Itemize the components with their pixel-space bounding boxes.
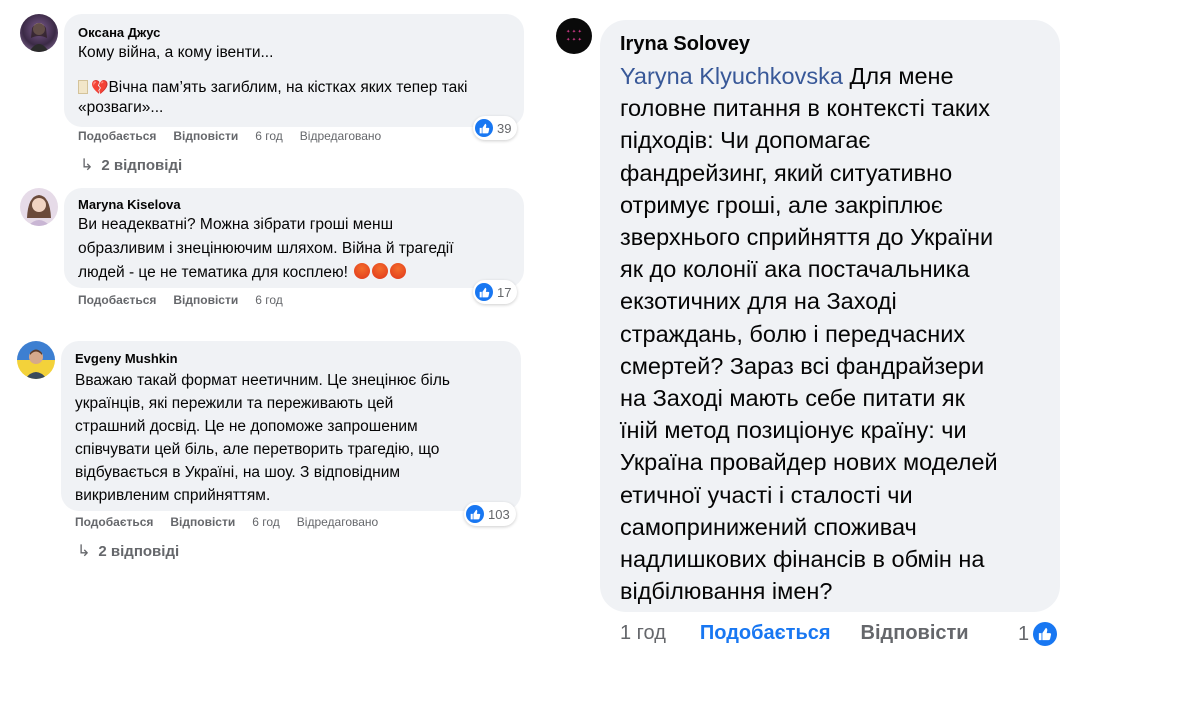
comment-text-line: зверхнього сприйняття до України: [620, 224, 994, 251]
comment-text-line: як до колонії ака постачальника: [620, 256, 970, 283]
comment-text-line: Ви неадекватні? Можна зібрати гроші менш: [78, 216, 394, 233]
view-replies-link[interactable]: ↳ 2 відповіді: [77, 541, 179, 561]
comment-text-line: отримує гроші, але закріплює: [620, 191, 943, 218]
comment-text-line: Вважаю такай формат неетичним. Це знецін…: [75, 372, 450, 389]
like-icon: [466, 505, 484, 523]
comment-author[interactable]: Maryna Kiselova: [78, 197, 181, 212]
comment-text-line: відбувається в Україні, на шоу. З відпов…: [75, 464, 401, 481]
comment-actions: Подобається Відповісти 6 год: [78, 293, 300, 307]
reply-button[interactable]: Відповісти: [170, 515, 235, 529]
reaction-number: 103: [488, 506, 510, 522]
like-button[interactable]: Подобається: [75, 515, 153, 529]
reaction-count[interactable]: 1: [1018, 622, 1058, 646]
avatar[interactable]: [20, 14, 58, 52]
like-icon: [475, 119, 493, 137]
comment-author[interactable]: Evgeny Mushkin: [75, 351, 178, 366]
reaction-count[interactable]: 103: [464, 502, 516, 526]
like-button[interactable]: Подобається: [78, 129, 156, 143]
edited-label: Відредаговано: [296, 515, 379, 529]
reply-button[interactable]: Відповісти: [173, 293, 238, 307]
mention-link[interactable]: Yaryna Klyuchkovska: [620, 63, 843, 89]
angry-emoji-icon: [372, 263, 389, 279]
comment-text-line: Україна провайдер нових моделей: [620, 449, 998, 476]
comment-text-line: Yaryna Klyuchkovska Для мене: [620, 60, 1050, 92]
reaction-count[interactable]: 39: [473, 116, 518, 140]
comment-text-line: підходів: Чи допомагає: [620, 127, 871, 154]
comment-text-line: людей - це не тематика для косплею!: [78, 262, 407, 284]
avatar[interactable]: [20, 188, 58, 226]
comment-text: Вічна пам’ять загиблим, на кістках яких …: [108, 79, 468, 96]
comment-text-line: образливим і знецінюючим шляхом. Війна й…: [78, 240, 454, 257]
avatar[interactable]: [17, 341, 55, 379]
comment-text: людей - це не тематика для косплею!: [78, 264, 348, 281]
angry-emoji-icon: [390, 263, 407, 279]
comment-text: Для мене: [849, 63, 954, 89]
svg-text:✦ ✦ ✦: ✦ ✦ ✦: [566, 29, 582, 35]
comment-text-line: страждань, болю і передчасних: [620, 320, 966, 347]
reaction-number: 39: [497, 120, 512, 136]
edited-label: Відредаговано: [299, 129, 382, 143]
comment-actions: 1 год Подобається Відповісти: [620, 622, 999, 645]
comment-author[interactable]: Оксана Джус: [78, 25, 160, 40]
broken-heart-icon: 💔: [91, 79, 109, 95]
comment-actions: Подобається Відповісти 6 год Відредагова…: [78, 129, 398, 143]
like-button[interactable]: Подобається: [700, 622, 831, 645]
reply-arrow-icon: ↳: [77, 543, 91, 560]
comment-text-line: екзотичних для на Заході: [620, 288, 897, 315]
comment-time[interactable]: 6 год: [255, 129, 283, 143]
replies-label: 2 відповіді: [98, 542, 180, 560]
comment-text-line: їній метод позиціонує країну: чи: [620, 417, 967, 444]
comment-text-line: українців, які пережили та переживають ц…: [75, 395, 394, 412]
comment-author[interactable]: Iryna Solovey: [620, 33, 750, 56]
comment-text-line: страшний досвід. Це не допоможе запрошен…: [75, 418, 418, 435]
reaction-number: 1: [1018, 622, 1030, 645]
comment-text-line: головне питання в контексті таких: [620, 95, 991, 122]
comment-text-line: Кому війна, а кому івенти...: [78, 44, 274, 61]
like-icon: [1033, 622, 1058, 646]
comment-text-line: викривленим сприйняттям.: [75, 487, 271, 504]
like-icon: [475, 283, 493, 301]
comment-time[interactable]: 6 год: [255, 293, 283, 307]
comment-time[interactable]: 6 год: [252, 515, 280, 529]
like-button[interactable]: Подобається: [78, 293, 156, 307]
comment-text-line: надлишкових фінансів в обмін на: [620, 546, 985, 573]
comment-text-line: 💔Вічна пам’ять загиблим, на кістках яких…: [78, 76, 467, 99]
scroll-emoji-icon: [78, 80, 88, 94]
reply-button[interactable]: Відповісти: [173, 129, 238, 143]
comment-text-line: відбілювання імен?: [620, 578, 833, 605]
reaction-count[interactable]: 17: [473, 280, 518, 304]
avatar[interactable]: ✦ ✦ ✦ ✦ ✦ ✦: [556, 18, 592, 54]
angry-emoji-icon: [354, 263, 371, 279]
comment-text-line: самопринижений споживач: [620, 513, 917, 540]
comment-text-line: на Заході мають себе питати як: [620, 385, 965, 412]
comment-time[interactable]: 1 год: [620, 622, 666, 645]
comment-text: Yaryna Klyuchkovska Для мене головне пит…: [620, 60, 1050, 607]
reply-button[interactable]: Відповісти: [861, 622, 969, 645]
reaction-number: 17: [497, 284, 512, 300]
replies-label: 2 відповіді: [101, 156, 183, 174]
comment-text-line: етичної участі і сталості чи: [620, 481, 913, 508]
comment-text-line: «розваги»...: [78, 99, 164, 116]
comment-text-line: співчувати цей біль, але перетворить тра…: [75, 441, 440, 458]
svg-text:✦ ✦ ✦: ✦ ✦ ✦: [566, 37, 582, 43]
reply-arrow-icon: ↳: [80, 157, 94, 174]
view-replies-link[interactable]: ↳ 2 відповіді: [80, 155, 182, 175]
comment-text-line: смертей? Зараз всі фандрайзери: [620, 352, 985, 379]
comment-text-line: фандрейзинг, який ситуативно: [620, 159, 953, 186]
comment-actions: Подобається Відповісти 6 год Відредагова…: [75, 515, 395, 529]
